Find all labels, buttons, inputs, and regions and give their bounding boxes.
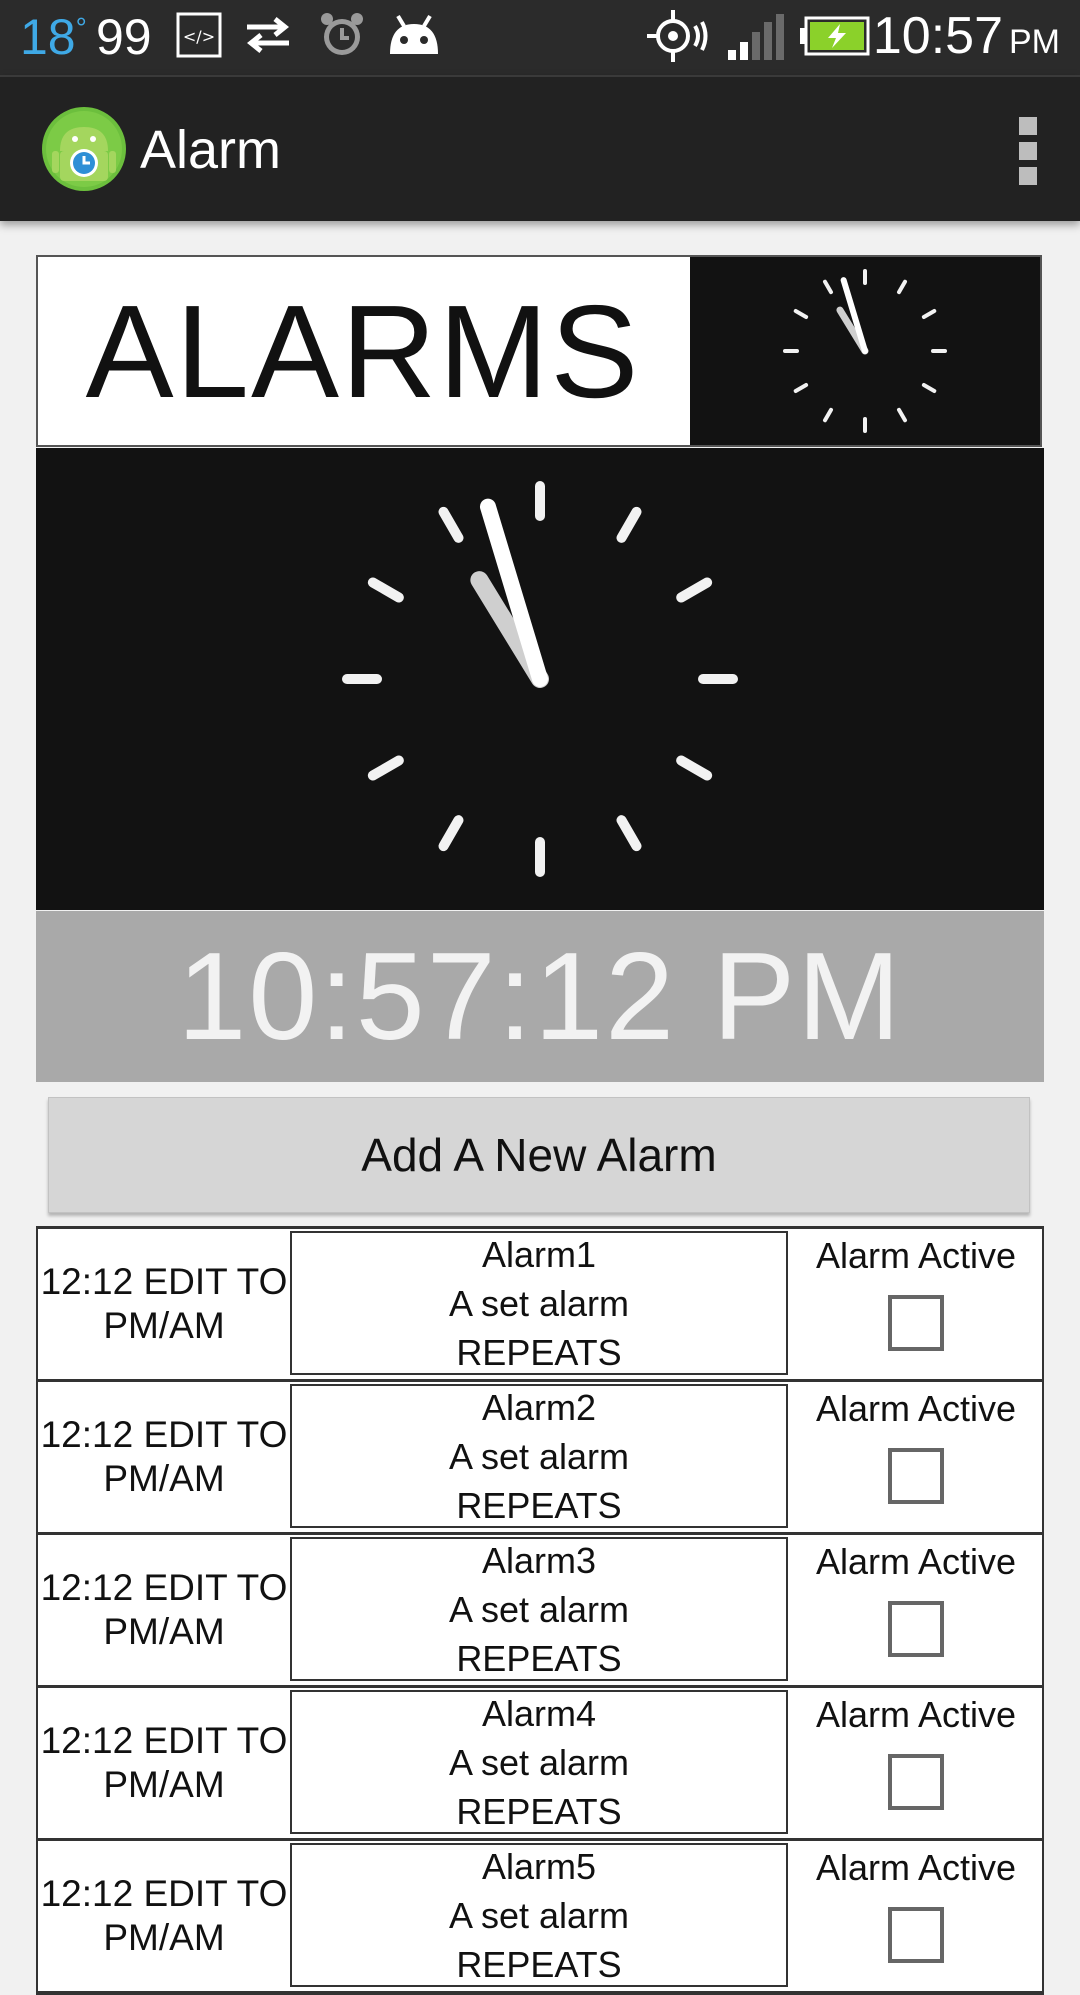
battery-charging-icon [800,16,870,60]
status-bar: 18° 99 </> 10:57 PM [0,0,1080,75]
app-title: Alarm [140,120,282,180]
alarm-details[interactable]: Alarm2 A set alarm REPEATS [290,1384,788,1528]
alarm-active-label: Alarm Active [815,1541,1017,1582]
clock-tick [793,383,809,393]
clock-tick [823,407,833,423]
alarm-time[interactable]: 12:12 EDIT TO PM/AM [38,1841,290,1991]
clock-tick [676,755,713,781]
alarm-name: Alarm3 [481,1539,597,1581]
weather-temperature: 18° [20,9,87,65]
clock-tick [823,279,833,295]
clock-tick [897,279,907,295]
alarm-name: Alarm4 [481,1692,597,1734]
alarm-list: 12:12 EDIT TO PM/AM Alarm1 A set alarm R… [36,1226,1044,1995]
alarm-active-checkbox[interactable] [888,1907,944,1963]
alarm-repeat: REPEATS [456,1331,622,1373]
analog-clock-large [36,448,1044,910]
alarm-time[interactable]: 12:12 EDIT TO PM/AM [38,1535,290,1685]
status-clock: 10:57 PM [872,7,1060,65]
alarm-description: A set alarm [448,1435,630,1477]
alarm-name: Alarm1 [481,1233,597,1275]
alarm-row: 12:12 EDIT TO PM/AM Alarm5 A set alarm R… [38,1840,1042,1993]
alarm-repeat: REPEATS [456,1790,622,1832]
alarm-name: Alarm5 [481,1845,597,1887]
clock-tick [367,577,404,603]
alarm-active-label: Alarm Active [815,1388,1017,1429]
code-icon: </> [176,12,222,62]
alarm-active-cell: Alarm Active [790,1382,1042,1532]
alarm-active-label: Alarm Active [815,1235,1017,1276]
alarm-active-checkbox[interactable] [888,1601,944,1657]
page-title: ALARMS [85,277,641,425]
alarms-header: ALARMS [36,255,1042,447]
svg-text:</>: </> [183,27,215,46]
alarm-repeat: REPEATS [456,1637,622,1679]
action-bar: Alarm [0,75,1080,221]
alarm-time[interactable]: 12:12 EDIT TO PM/AM [38,1229,290,1379]
alarm-active-label: Alarm Active [815,1847,1017,1888]
alarm-active-cell: Alarm Active [790,1535,1042,1685]
alarm-active-cell: Alarm Active [790,1688,1042,1838]
alarm-active-checkbox[interactable] [888,1754,944,1810]
alarm-details[interactable]: Alarm3 A set alarm REPEATS [290,1537,788,1681]
alarm-description: A set alarm [448,1741,630,1783]
alarm-active-cell: Alarm Active [790,1841,1042,1991]
alarm-name: Alarm2 [481,1386,597,1428]
alarm-description: A set alarm [448,1282,630,1324]
alarm-details[interactable]: Alarm5 A set alarm REPEATS [290,1843,788,1987]
android-icon [386,14,442,62]
alarm-active-cell: Alarm Active [790,1229,1042,1379]
alarm-details[interactable]: Alarm4 A set alarm REPEATS [290,1690,788,1834]
gps-icon [645,8,711,68]
clock-tick [921,309,937,319]
alarm-active-checkbox[interactable] [888,1448,944,1504]
alarm-repeat: REPEATS [456,1943,622,1985]
clock-tick [367,755,404,781]
alarm-active-checkbox[interactable] [888,1295,944,1351]
signal-icon [726,14,786,66]
alarm-row: 12:12 EDIT TO PM/AM Alarm2 A set alarm R… [38,1381,1042,1534]
alarm-time[interactable]: 12:12 EDIT TO PM/AM [38,1688,290,1838]
alarm-row: 12:12 EDIT TO PM/AM Alarm4 A set alarm R… [38,1687,1042,1840]
alarm-description: A set alarm [448,1894,630,1936]
sync-arrows-icon [243,12,293,62]
clock-tick [793,309,809,319]
overflow-menu-icon[interactable] [1016,117,1040,187]
clock-tick [438,506,464,543]
clock-tick [616,506,642,543]
alarm-active-label: Alarm Active [815,1694,1017,1735]
alarm-repeat: REPEATS [456,1484,622,1526]
digital-time: 10:57:12 PM [36,911,1044,1082]
clock-tick [921,383,937,393]
alarm-row: 12:12 EDIT TO PM/AM Alarm1 A set alarm R… [38,1228,1042,1381]
alarm-row: 12:12 EDIT TO PM/AM Alarm3 A set alarm R… [38,1534,1042,1687]
clock-tick [897,407,907,423]
app-icon [40,105,128,193]
alarm-time[interactable]: 12:12 EDIT TO PM/AM [38,1382,290,1532]
add-alarm-button[interactable]: Add A New Alarm [48,1097,1030,1213]
clock-tick [616,815,642,852]
alarm-description: A set alarm [448,1588,630,1630]
alarm-details[interactable]: Alarm1 A set alarm REPEATS [290,1231,788,1375]
clock-tick [676,577,713,603]
clock-tick [438,815,464,852]
notification-count: 99 [96,9,152,65]
analog-clock-small [690,257,1040,445]
alarm-clock-icon [318,10,366,64]
